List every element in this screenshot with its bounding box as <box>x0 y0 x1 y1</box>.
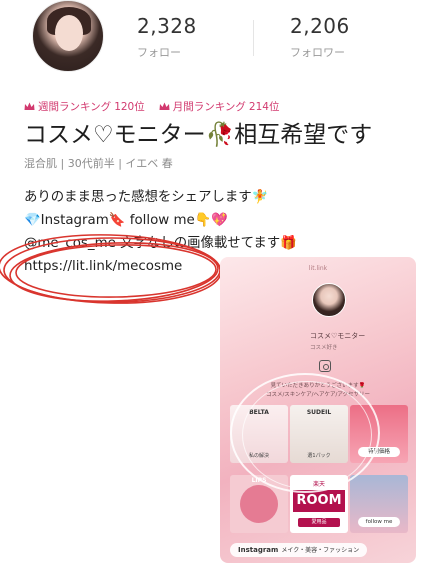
follower-stat[interactable]: 2,206 フォロワー <box>290 14 350 60</box>
white-circle-annotation <box>242 381 372 489</box>
card-avatar <box>312 283 346 317</box>
lips-logo-icon <box>240 485 278 523</box>
card-brand: lit.link <box>308 265 328 272</box>
follow-count: 2,328 <box>137 14 197 38</box>
tile-label: 愛用品 <box>298 518 340 527</box>
instagram-pill-title: Instagram <box>238 546 279 554</box>
card-name: コスメ♡モニター <box>310 332 366 340</box>
monthly-ranking-value: 214位 <box>248 101 280 113</box>
monthly-ranking-label: 月間ランキング <box>172 101 246 113</box>
follow-stat[interactable]: 2,328 フォロー <box>137 14 197 60</box>
tile-label: follow me <box>358 517 400 527</box>
profile-avatar[interactable] <box>32 0 104 72</box>
crown-icon <box>159 102 170 110</box>
avatar-face <box>55 15 83 51</box>
weekly-ranking-label: 週間ランキング <box>38 101 112 113</box>
profile-tags: 混合肌 | 30代前半 | イエベ 春 <box>24 157 173 170</box>
follower-label: フォロワー <box>290 46 345 59</box>
weekly-ranking[interactable]: 週間ランキング 120位 <box>24 99 145 114</box>
monthly-ranking[interactable]: 月間ランキング 214位 <box>159 99 280 114</box>
profile-name: コスメ♡モニター🥀相互希望です <box>24 122 373 148</box>
instagram-pill-text: メイク・美容・ファッション <box>281 547 360 554</box>
follow-label: フォロー <box>137 46 181 59</box>
room-logo: ROOM <box>293 490 345 512</box>
instagram-icon[interactable] <box>319 360 331 372</box>
weekly-ranking-value: 120位 <box>114 101 145 113</box>
instagram-pill[interactable]: Instagram メイク・美容・ファッション <box>230 543 368 557</box>
stat-divider <box>253 20 254 56</box>
follower-count: 2,206 <box>290 14 350 38</box>
ranking-badges: 週間ランキング 120位 月間ランキング 214位 <box>24 99 279 114</box>
card-subtitle: コスメ好き <box>310 345 338 351</box>
crown-icon <box>24 102 35 110</box>
litlink-screenshot-card[interactable]: lit.link コスメ♡モニター コスメ好き 見ていただきありがとうございます… <box>220 257 416 563</box>
bio-line: ありのまま思った感想をシェアします🧚 <box>24 190 269 205</box>
link-tile[interactable]: follow me <box>350 475 408 533</box>
